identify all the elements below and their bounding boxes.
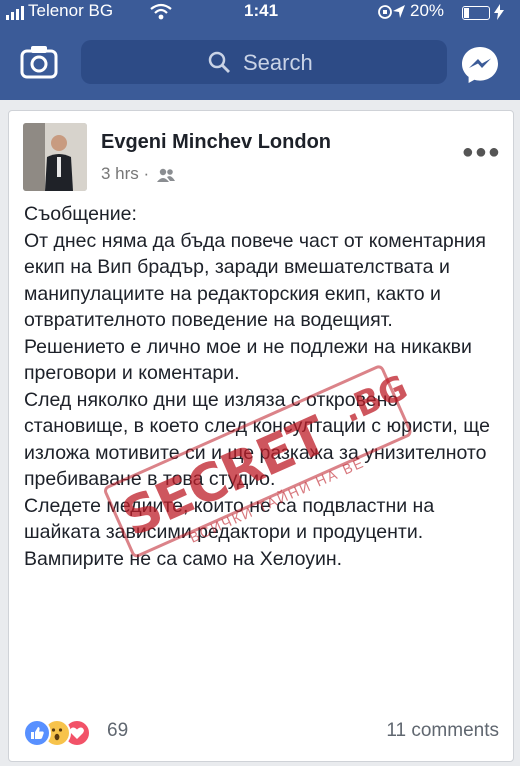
post-meta: 3 hrs · [101, 164, 176, 184]
friends-icon [156, 168, 175, 182]
clock: 1:41 [244, 1, 279, 20]
status-bar: Telenor BG 1:41 20% [0, 0, 520, 26]
location-icon [393, 5, 405, 18]
carrier-name: Telenor BG [28, 1, 114, 20]
comments-count[interactable]: 11 comments [386, 720, 499, 742]
camera-icon[interactable] [20, 44, 58, 80]
search-placeholder: Search [243, 50, 313, 75]
rotation-lock-icon [378, 5, 392, 19]
reaction-count[interactable]: 69 [107, 720, 128, 742]
post-card: Evgeni Minchev London 3 hrs · ●●● Съобще… [8, 110, 514, 762]
signal-icon [6, 6, 24, 20]
search-icon [208, 51, 230, 73]
author-name[interactable]: Evgeni Minchev London [101, 131, 331, 154]
more-options-icon[interactable]: ●●● [462, 141, 501, 164]
like-icon [23, 719, 51, 747]
post-message: Съобщение: От днес няма да бъда повече ч… [24, 201, 506, 572]
charging-icon [494, 4, 504, 20]
avatar[interactable] [23, 123, 87, 191]
battery-percent: 20% [410, 1, 445, 20]
battery-icon [462, 6, 490, 20]
top-bar: Telenor BG 1:41 20% Search [0, 0, 520, 100]
search-bar[interactable]: Search [81, 40, 447, 84]
wifi-icon [150, 3, 172, 20]
messenger-icon[interactable] [460, 44, 500, 84]
meta-separator: · [143, 164, 150, 183]
post-time[interactable]: 3 hrs [101, 164, 139, 183]
profile-photo [23, 123, 87, 191]
post-text: Съобщение: От днес няма да бъда повече ч… [24, 203, 490, 570]
